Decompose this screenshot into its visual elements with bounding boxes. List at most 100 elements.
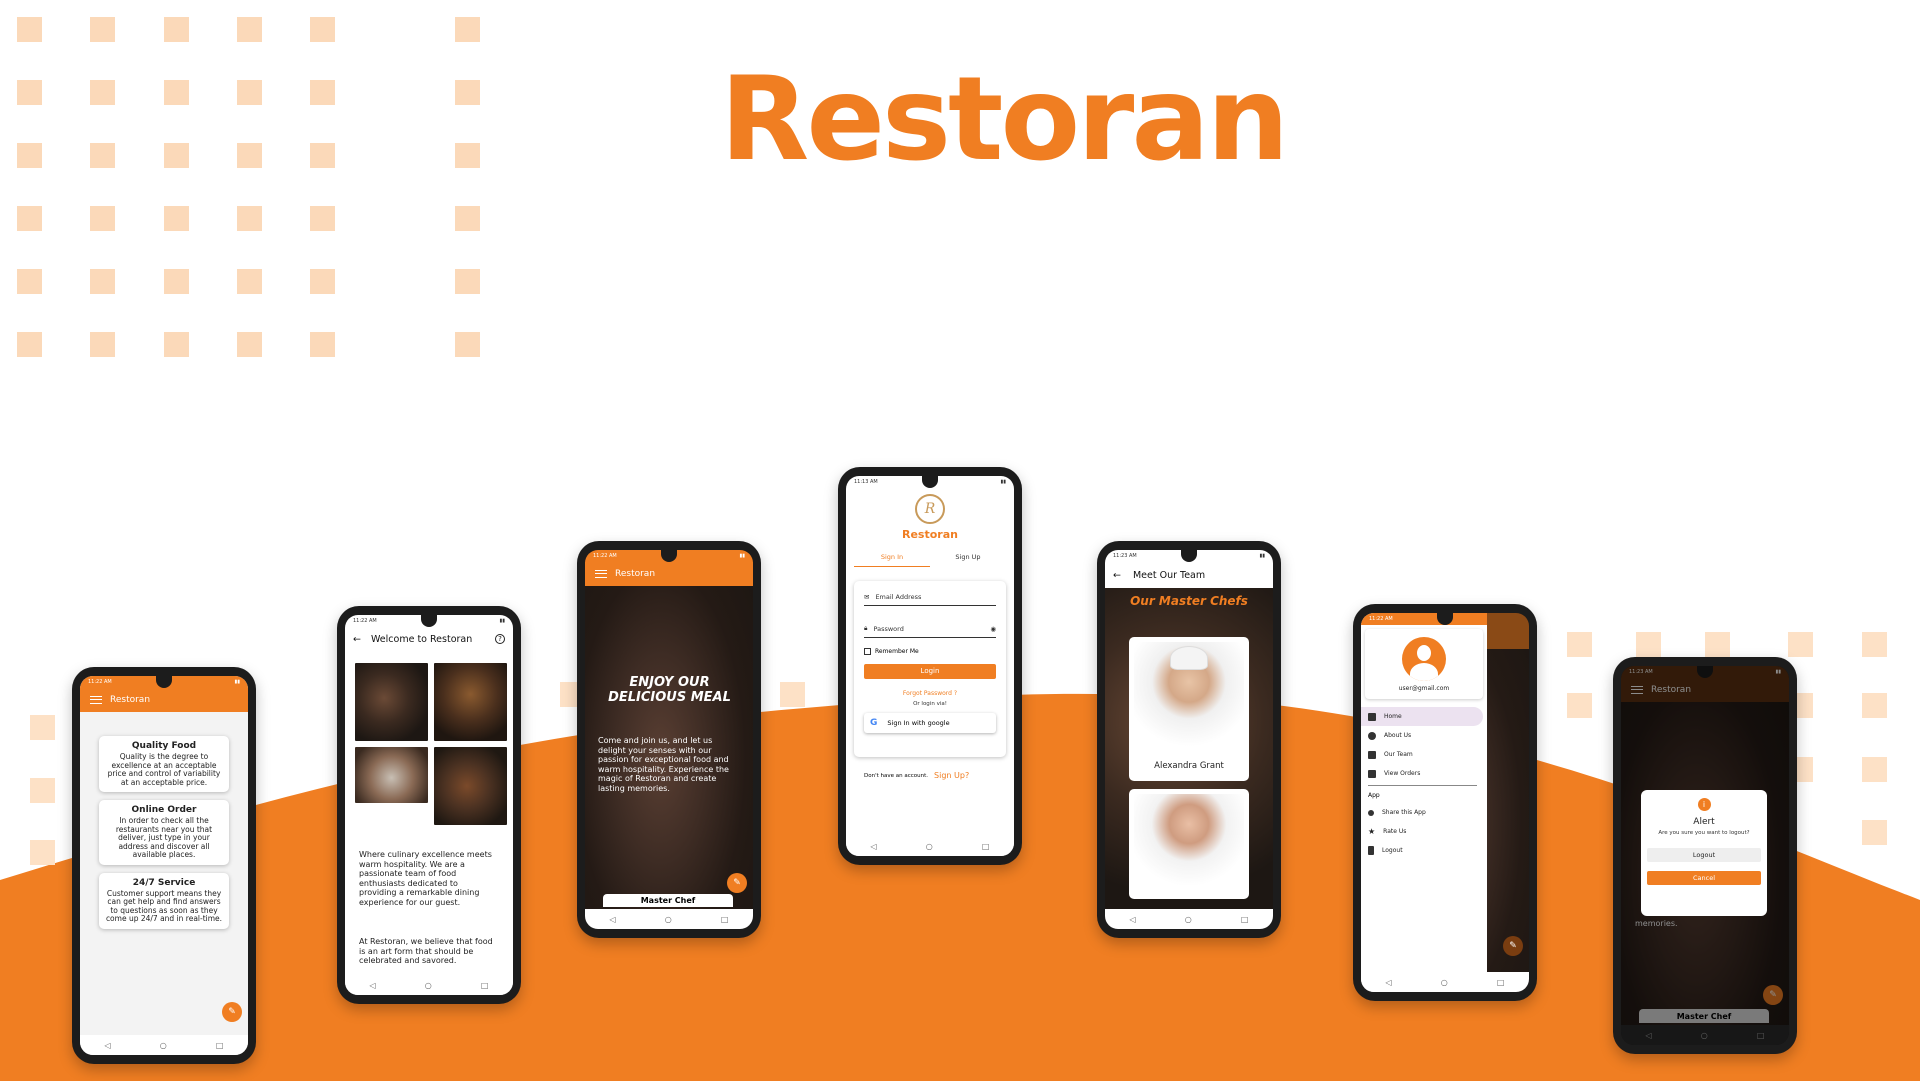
phone-login: 11:13 AM ▮▮ R Restoran Sign In Sign Up ✉ E… [838, 467, 1022, 865]
tab-sign-in[interactable]: Sign In [854, 553, 930, 567]
master-chef-card[interactable]: Master Chef [603, 894, 733, 907]
home-nav-icon[interactable]: ○ [1441, 978, 1448, 987]
back-nav-icon[interactable]: ◁ [1646, 1031, 1652, 1040]
drawer-item-logout[interactable]: Logout [1361, 841, 1487, 860]
card-title: Quality Food [131, 741, 197, 751]
phone-drawer: 11:22 AM user@gmail.com Home About Us Ou… [1353, 604, 1537, 1001]
orders-icon [1368, 769, 1376, 778]
home-nav-icon[interactable]: ○ [160, 1041, 167, 1050]
status-time: 11:23 AM [1113, 553, 1137, 559]
status-icons: ▮▮ [1000, 479, 1006, 485]
logout-confirm-button[interactable]: Logout [1647, 848, 1761, 862]
status-icons: ▮▮ [1775, 669, 1781, 675]
recent-nav-icon[interactable]: □ [1757, 1031, 1765, 1040]
password-field[interactable]: 🔒︎ Password ◉ [864, 620, 996, 638]
master-chef-label: Master Chef [640, 896, 696, 905]
drawer-item-label: Our Team [1384, 751, 1413, 758]
cancel-button-label: Cancel [1692, 874, 1716, 882]
chef-card-1[interactable]: Alexandra Grant [1129, 637, 1249, 781]
recent-nav-icon[interactable]: □ [982, 842, 990, 851]
recent-nav-icon[interactable]: □ [1497, 978, 1505, 987]
status-icons: ▮▮ [739, 553, 745, 559]
home-nav-icon[interactable]: ○ [1701, 1031, 1708, 1040]
back-nav-icon[interactable]: ◁ [1386, 978, 1392, 987]
help-icon[interactable]: ? [495, 634, 505, 644]
tab-sign-up[interactable]: Sign Up [930, 553, 1006, 567]
eye-icon[interactable]: ◉ [990, 625, 996, 633]
screen-title: Meet Our Team [1132, 569, 1206, 581]
showcase-canvas: Restoran 11:22 AM ▮▮ Restoran Quality Foo… [0, 0, 1920, 1081]
login-button-label: Login [920, 667, 940, 675]
menu-icon[interactable] [90, 696, 102, 704]
status-time: 11:13 AM [854, 479, 878, 485]
system-nav-bar: ◁ ○ □ [1361, 972, 1529, 992]
chat-fab[interactable]: ✎ [222, 1002, 242, 1022]
recent-nav-icon[interactable]: □ [481, 981, 489, 990]
back-nav-icon[interactable]: ◁ [1130, 915, 1136, 924]
drawer-item-about[interactable]: About Us [1361, 726, 1487, 745]
tab-sign-up-label: Sign Up [955, 553, 981, 561]
recent-nav-icon[interactable]: □ [1241, 915, 1249, 924]
chat-fab[interactable]: ✎ [727, 873, 747, 893]
back-arrow-icon[interactable]: ← [353, 634, 361, 645]
back-nav-icon[interactable]: ◁ [610, 915, 616, 924]
drawer-item-label: Logout [1382, 847, 1403, 854]
cancel-button[interactable]: Cancel [1647, 871, 1761, 885]
chef-name-1: Alexandra Grant [1154, 761, 1224, 771]
team-screen: 11:23 AM ▮▮ ← Meet Our Team Our Master Che… [1105, 550, 1273, 929]
home-nav-icon[interactable]: ○ [665, 915, 672, 924]
checkbox-box [864, 648, 871, 655]
service-card-online-order[interactable]: Online Order In order to check all the re… [99, 800, 229, 865]
chef-hat-shape [1170, 646, 1208, 670]
alert-message: Are you sure you want to logout? [1658, 830, 1750, 836]
google-signin-button[interactable]: G Sign In with google [864, 713, 996, 733]
phone-services: 11:22 AM ▮▮ Restoran Quality Food Quality … [72, 667, 256, 1064]
signup-link[interactable]: Sign Up? [934, 771, 969, 780]
chef-card-2[interactable] [1129, 789, 1249, 899]
app-bar-title: Restoran [615, 569, 656, 579]
drawer-item-orders[interactable]: View Orders [1361, 764, 1487, 783]
restaurant-photo-2 [434, 663, 507, 741]
drawer-item-team[interactable]: Our Team [1361, 745, 1487, 764]
drawer-section-app: App [1368, 792, 1380, 799]
home-nav-icon[interactable]: ○ [1185, 915, 1192, 924]
menu-icon[interactable] [595, 570, 607, 578]
status-time: 11:22 AM [88, 679, 112, 685]
card-text: In order to check all the restaurants ne… [115, 816, 213, 859]
phone-welcome: 11:22 AM ▮▮ ← Welcome to Restoran ? Where… [337, 606, 521, 1004]
recent-nav-icon[interactable]: □ [721, 915, 729, 924]
screen-title: Welcome to Restoran [370, 633, 473, 645]
back-nav-icon[interactable]: ◁ [105, 1041, 111, 1050]
brand-logo: R [915, 494, 945, 524]
team-icon [1368, 750, 1376, 759]
drawer-item-label: Rate Us [1383, 828, 1407, 835]
drawer-item-home[interactable]: Home [1361, 707, 1483, 726]
login-button[interactable]: Login [864, 664, 996, 679]
status-time: 11:22 AM [353, 618, 377, 624]
drawer-item-rate[interactable]: ★ Rate Us [1361, 822, 1487, 841]
back-nav-icon[interactable]: ◁ [370, 981, 376, 990]
recent-nav-icon[interactable]: □ [216, 1041, 224, 1050]
email-field[interactable]: ✉ Email Address [864, 589, 996, 606]
back-arrow-icon[interactable]: ← [1113, 570, 1121, 581]
status-icons: ▮▮ [499, 618, 505, 624]
system-nav-bar: ◁ ○ □ [846, 836, 1014, 856]
brand-name: Restoran [902, 528, 958, 541]
food-photo-3 [355, 747, 428, 803]
info-icon [1368, 731, 1376, 740]
back-nav-icon[interactable]: ◁ [871, 842, 877, 851]
home-icon [1368, 712, 1376, 721]
forgot-password-link[interactable]: Forgot Password ? [864, 690, 996, 697]
system-nav-bar: ◁ ○ □ [345, 975, 513, 995]
chef-photo-1 [1134, 642, 1244, 756]
drawer-item-share[interactable]: Share this App [1361, 803, 1487, 822]
home-nav-icon[interactable]: ○ [425, 981, 432, 990]
remember-me-checkbox[interactable]: Remember Me [864, 648, 996, 655]
navigation-drawer: 11:22 AM user@gmail.com Home About Us Ou… [1361, 613, 1487, 992]
chat-fab-dimmed: ✎ [1763, 985, 1783, 1005]
service-card-24-7[interactable]: 24/7 Service Customer support means they … [99, 872, 229, 929]
menu-icon [1631, 686, 1643, 694]
home-nav-icon[interactable]: ○ [926, 842, 933, 851]
service-card-quality[interactable]: Quality Food Quality is the degree to exc… [99, 736, 229, 792]
chef-photo-2 [1134, 794, 1244, 894]
